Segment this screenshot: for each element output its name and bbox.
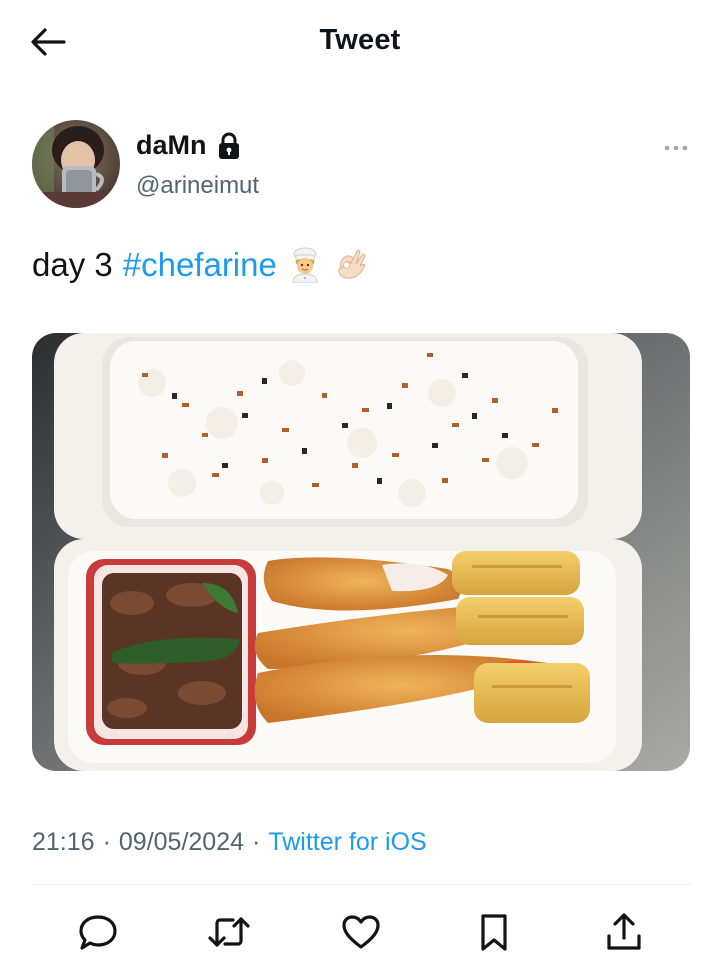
hashtag-link[interactable]: #chefarine — [123, 244, 277, 286]
bookmark-icon — [481, 914, 507, 951]
retweet-icon — [208, 917, 250, 947]
ok-hand-emoji — [333, 247, 369, 283]
tweet-text: day 3 #chefarine — [32, 244, 369, 286]
tweet-photo[interactable] — [32, 333, 690, 771]
lock-icon — [218, 132, 239, 159]
name-row: daMn — [136, 130, 241, 161]
top-bar: Tweet — [0, 0, 720, 86]
more-options-button[interactable] — [660, 138, 692, 158]
tweet-author: daMn @arineimut — [32, 120, 692, 212]
avatar[interactable] — [32, 120, 120, 208]
divider — [32, 884, 692, 885]
tweet-source-link[interactable]: Twitter for iOS — [268, 828, 426, 857]
share-icon — [607, 913, 641, 950]
retweet-button[interactable] — [207, 910, 251, 954]
more-horizontal-icon — [664, 145, 688, 151]
display-name[interactable]: daMn — [136, 130, 207, 161]
action-bar — [0, 902, 720, 961]
meta-separator: · — [102, 828, 111, 856]
tweet-body: day 3 — [32, 246, 113, 283]
bookmark-button[interactable] — [472, 910, 516, 954]
user-handle[interactable]: @arineimut — [136, 172, 259, 200]
like-icon — [342, 915, 380, 949]
reply-button[interactable] — [76, 910, 120, 954]
tweet-meta: 21:16 · 09/05/2024 · Twitter for iOS — [32, 828, 427, 857]
tweet-date: 09/05/2024 — [118, 828, 245, 856]
tweet-time: 21:16 — [32, 828, 95, 856]
share-button[interactable] — [602, 910, 646, 954]
meta-separator: · — [252, 828, 261, 856]
page-title: Tweet — [319, 24, 401, 56]
woman-cook-emoji — [287, 247, 323, 283]
reply-icon — [79, 915, 117, 950]
like-button[interactable] — [339, 910, 383, 954]
